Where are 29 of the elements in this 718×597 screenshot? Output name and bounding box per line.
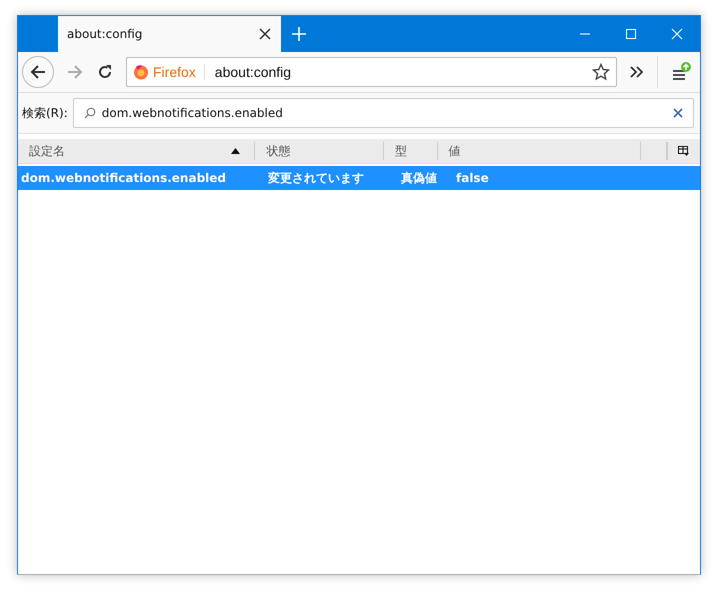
column-picker-icon[interactable] [678, 146, 689, 156]
reload-icon[interactable] [96, 63, 114, 81]
site-identity: Firefox [153, 64, 205, 80]
back-button[interactable] [22, 56, 54, 88]
new-tab-icon[interactable] [292, 27, 306, 41]
table-cell-text: false [455, 171, 490, 185]
column-header[interactable]: 値 [448, 142, 461, 160]
search-field[interactable]: dom.webnotifications.enabled [72, 98, 694, 128]
column-header[interactable]: 設定名 [29, 142, 65, 160]
maximize-icon[interactable] [625, 28, 637, 40]
overflow-icon[interactable] [629, 65, 645, 79]
url-text: about:config [214, 64, 292, 80]
table-cell-text: dom.webnotifications.enabled [20, 171, 228, 185]
address-bar[interactable]: Firefox about:config [126, 57, 617, 87]
search-label: 検索(R): [22, 104, 68, 122]
table-cell-text: 真偽値 [400, 170, 438, 186]
column-header[interactable]: 型 [394, 142, 407, 160]
browser-logo-icon [133, 64, 149, 80]
table-row[interactable]: dom.webnotifications.enabled 変更されています 真偽値 false [18, 166, 700, 190]
table-cell-text: 変更されています [267, 170, 365, 186]
column-header[interactable]: 状態 [266, 142, 290, 160]
clear-icon[interactable] [673, 108, 683, 118]
back-icon [29, 63, 47, 81]
search-icon [84, 107, 96, 119]
tab-title: about:config [67, 27, 142, 41]
star-icon[interactable] [592, 63, 610, 81]
close-icon[interactable] [259, 28, 271, 40]
menu-icon[interactable] [670, 61, 692, 83]
tab[interactable]: about:config [58, 16, 281, 52]
